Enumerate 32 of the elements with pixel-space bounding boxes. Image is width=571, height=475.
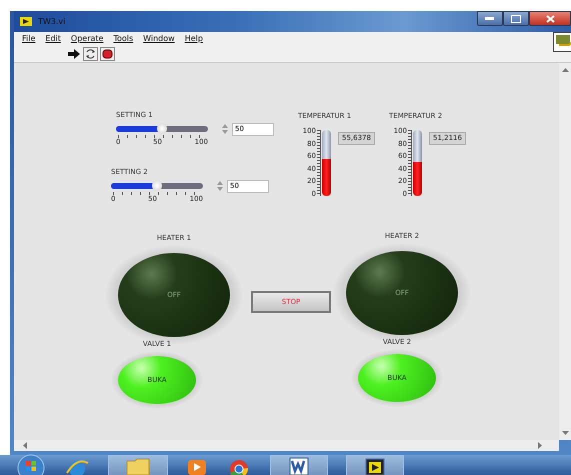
minimize-icon xyxy=(485,16,495,20)
spinner-arrows-icon[interactable] xyxy=(216,180,224,192)
vi-icon xyxy=(553,32,571,52)
slider-thumb[interactable] xyxy=(157,123,167,134)
menu-item[interactable]: Edit xyxy=(45,34,61,43)
slider-track[interactable] xyxy=(111,183,203,189)
horizontal-scrollbar[interactable] xyxy=(14,440,559,451)
scroll-up-icon[interactable] xyxy=(562,67,568,72)
abort-icon[interactable] xyxy=(100,46,115,60)
close-button[interactable] xyxy=(529,11,571,26)
scroll-right-icon[interactable] xyxy=(538,442,543,449)
slider-thumb[interactable] xyxy=(152,180,162,191)
scroll-left-icon[interactable] xyxy=(22,442,27,449)
menu-item[interactable]: Help xyxy=(184,34,203,43)
document-icon[interactable] xyxy=(287,455,311,475)
menu-item[interactable]: Tools xyxy=(113,34,134,43)
close-icon xyxy=(546,14,554,22)
run-arrow-icon[interactable] xyxy=(67,48,81,60)
slider-track[interactable] xyxy=(116,126,208,132)
spinner-arrows-icon[interactable] xyxy=(221,123,229,135)
maximize-icon xyxy=(511,14,521,22)
start-button-icon[interactable] xyxy=(16,453,46,475)
window-title: TW3.vi xyxy=(38,17,66,26)
menu-item[interactable]: Operate xyxy=(70,34,104,43)
minimize-button[interactable] xyxy=(477,11,503,26)
run-continuously-icon[interactable] xyxy=(83,46,98,60)
menu-item[interactable]: Window xyxy=(143,34,175,43)
maximize-button[interactable] xyxy=(503,11,529,26)
menu-item[interactable]: File xyxy=(22,34,36,43)
scroll-down-icon[interactable] xyxy=(562,431,568,436)
vertical-scrollbar[interactable] xyxy=(559,63,571,440)
labview-icon xyxy=(20,17,32,26)
